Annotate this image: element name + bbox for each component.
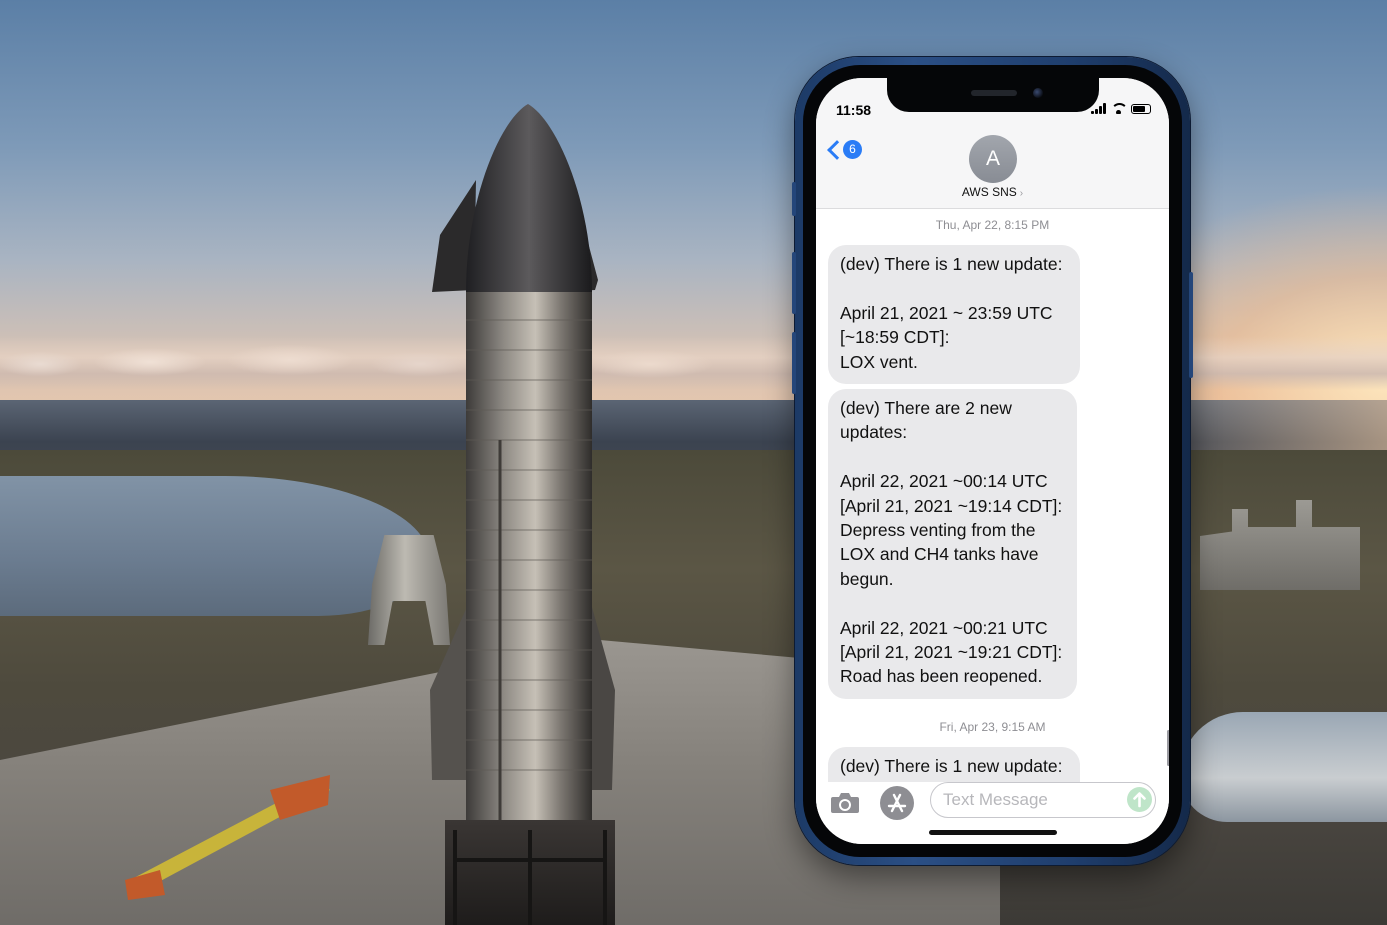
incoming-message-bubble[interactable]: (dev) There are 2 new updates: April 22,… (828, 389, 1077, 699)
volume-down-button (792, 332, 796, 394)
message-line: [~18:59 CDT]: (840, 327, 950, 348)
wifi-icon (1111, 103, 1126, 114)
notch (887, 78, 1099, 112)
message-input[interactable] (930, 782, 1156, 818)
contact-avatar[interactable]: A (969, 135, 1017, 183)
message-line: (dev) There is 1 new update: (840, 756, 1063, 776)
message-line: LOX and CH4 tanks have (840, 544, 1039, 565)
chevron-right-icon: › (1019, 188, 1024, 199)
volume-up-button (792, 252, 796, 314)
thread-timestamp: Fri, Apr 23, 9:15 AM (939, 720, 1046, 734)
message-line: April 22, 2021 ~00:14 UTC (840, 471, 1048, 492)
contact-name: AWS SNS (961, 185, 1017, 199)
phone-screen: 11:58 6 A AWS SNS › Thu, Apr 22, 8:15 PM… (816, 78, 1169, 844)
chevron-left-icon (827, 139, 847, 160)
message-line: updates: (840, 422, 908, 443)
app-store-glyph (887, 793, 907, 813)
message-line: April 22, 2021 ~00:21 UTC (840, 617, 1048, 638)
iphone-frame: 11:58 6 A AWS SNS › Thu, Apr 22, 8:15 PM… (792, 57, 1193, 865)
message-line: LOX vent. (840, 351, 918, 372)
thread-timestamp: Thu, Apr 22, 8:15 PM (935, 218, 1050, 232)
arrow-up-icon (1133, 792, 1146, 808)
message-line: Depress venting from the (840, 520, 1036, 541)
message-line: (dev) There is 1 new update: (840, 254, 1063, 274)
battery-icon (1131, 104, 1151, 114)
phone-bezel: 11:58 6 A AWS SNS › Thu, Apr 22, 8:15 PM… (803, 65, 1182, 857)
scrollbar[interactable] (1167, 730, 1169, 766)
status-icons (1091, 102, 1151, 114)
message-line: [April 21, 2021 ~19:21 CDT]: (840, 642, 1063, 663)
earpiece-speaker (971, 90, 1017, 96)
home-indicator[interactable] (929, 830, 1057, 835)
status-time: 11:58 (836, 102, 872, 118)
message-line: (dev) There are 2 new (840, 398, 1012, 418)
app-store-icon[interactable] (880, 786, 914, 820)
camera-icon[interactable] (830, 792, 860, 814)
incoming-message-bubble[interactable]: (dev) There is 1 new update: April 21, 2… (828, 245, 1080, 385)
incoming-message-bubble[interactable]: (dev) There is 1 new update: (828, 747, 1080, 782)
message-line: April 21, 2021 ~ 23:59 UTC (840, 302, 1053, 323)
message-line: [April 21, 2021 ~19:14 CDT]: (840, 495, 1063, 516)
side-button (1189, 272, 1193, 378)
message-thread[interactable]: Thu, Apr 22, 8:15 PM (dev) There is 1 ne… (816, 209, 1169, 782)
front-camera (1033, 88, 1043, 98)
send-button[interactable] (1127, 787, 1152, 812)
message-line: Road has been reopened. (840, 666, 1043, 687)
contact-name-button[interactable]: AWS SNS › (816, 185, 1169, 199)
message-line: begun. (840, 568, 894, 589)
back-button[interactable]: 6 (826, 139, 862, 160)
mute-switch (792, 182, 796, 216)
